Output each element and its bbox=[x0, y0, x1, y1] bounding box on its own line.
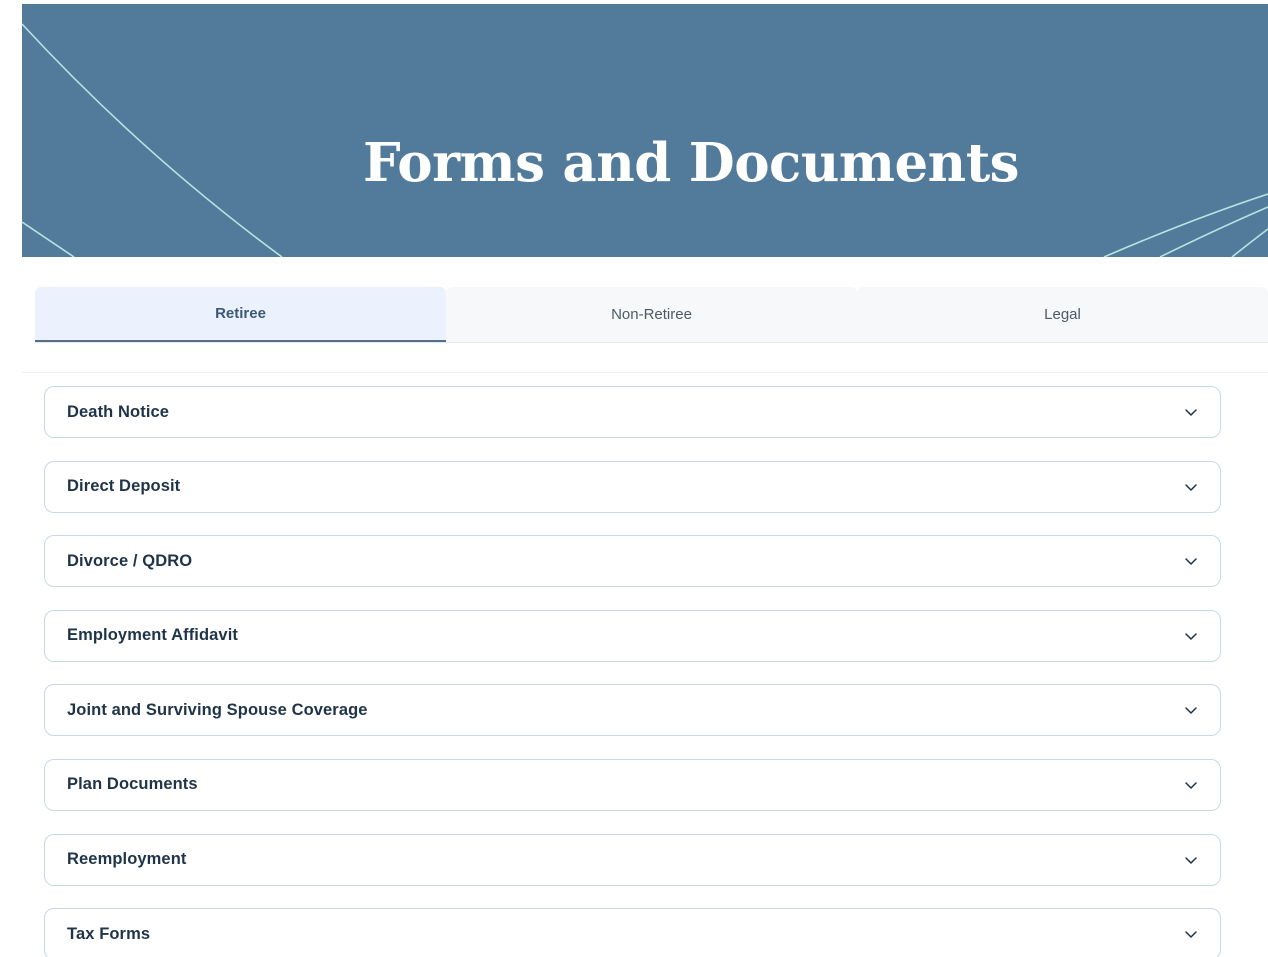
accordion-item-plan-documents[interactable]: Plan Documents bbox=[44, 758, 1221, 811]
accordion-item-label: Reemployment bbox=[67, 850, 187, 869]
accordion-item-label: Plan Documents bbox=[67, 775, 198, 794]
accordion-item-tax-forms[interactable]: Tax Forms bbox=[44, 908, 1221, 957]
hero-banner: Forms and Documents bbox=[22, 4, 1268, 257]
documents-accordion: Death Notice Direct Deposit Divorce / QD… bbox=[44, 386, 1221, 957]
accordion-item-label: Tax Forms bbox=[67, 924, 151, 943]
accordion-item-joint-surviving-spouse[interactable]: Joint and Surviving Spouse Coverage bbox=[44, 684, 1221, 737]
chevron-down-icon bbox=[1185, 856, 1197, 864]
page-title: Forms and Documents bbox=[362, 132, 1020, 194]
page: Forms and Documents Retiree Non-Retiree … bbox=[0, 0, 1268, 957]
decorative-lines bbox=[22, 23, 1268, 257]
accordion-item-label: Employment Affidavit bbox=[67, 626, 238, 645]
tab-non-retiree[interactable]: Non-Retiree bbox=[446, 287, 857, 342]
tab-legal[interactable]: Legal bbox=[857, 287, 1268, 342]
accordion-item-death-notice[interactable]: Death Notice bbox=[44, 386, 1221, 438]
chevron-down-icon bbox=[1185, 409, 1197, 416]
chevron-down-icon bbox=[1185, 931, 1197, 938]
chevron-down-icon bbox=[1185, 782, 1197, 789]
accordion-item-direct-deposit[interactable]: Direct Deposit bbox=[44, 460, 1221, 513]
chevron-down-icon bbox=[1185, 483, 1197, 491]
accordion-item-label: Divorce / QDRO bbox=[67, 551, 193, 570]
chevron-down-icon bbox=[1185, 707, 1197, 715]
accordion-item-employment-affidavit[interactable]: Employment Affidavit bbox=[44, 609, 1221, 662]
chevron-down-icon bbox=[1185, 558, 1197, 565]
accordion-item-label: Direct Deposit bbox=[67, 477, 181, 496]
chevron-down-icon bbox=[1185, 633, 1197, 640]
tab-bar: Retiree Non-Retiree Legal bbox=[35, 287, 1268, 343]
accordion-item-reemployment[interactable]: Reemployment bbox=[44, 833, 1221, 886]
accordion-item-label: Death Notice bbox=[67, 402, 170, 421]
tab-retiree[interactable]: Retiree bbox=[35, 287, 446, 342]
accordion-item-label: Joint and Surviving Spouse Coverage bbox=[67, 700, 368, 719]
accordion-item-divorce-qdro[interactable]: Divorce / QDRO bbox=[44, 535, 1221, 588]
divider bbox=[22, 372, 1268, 373]
